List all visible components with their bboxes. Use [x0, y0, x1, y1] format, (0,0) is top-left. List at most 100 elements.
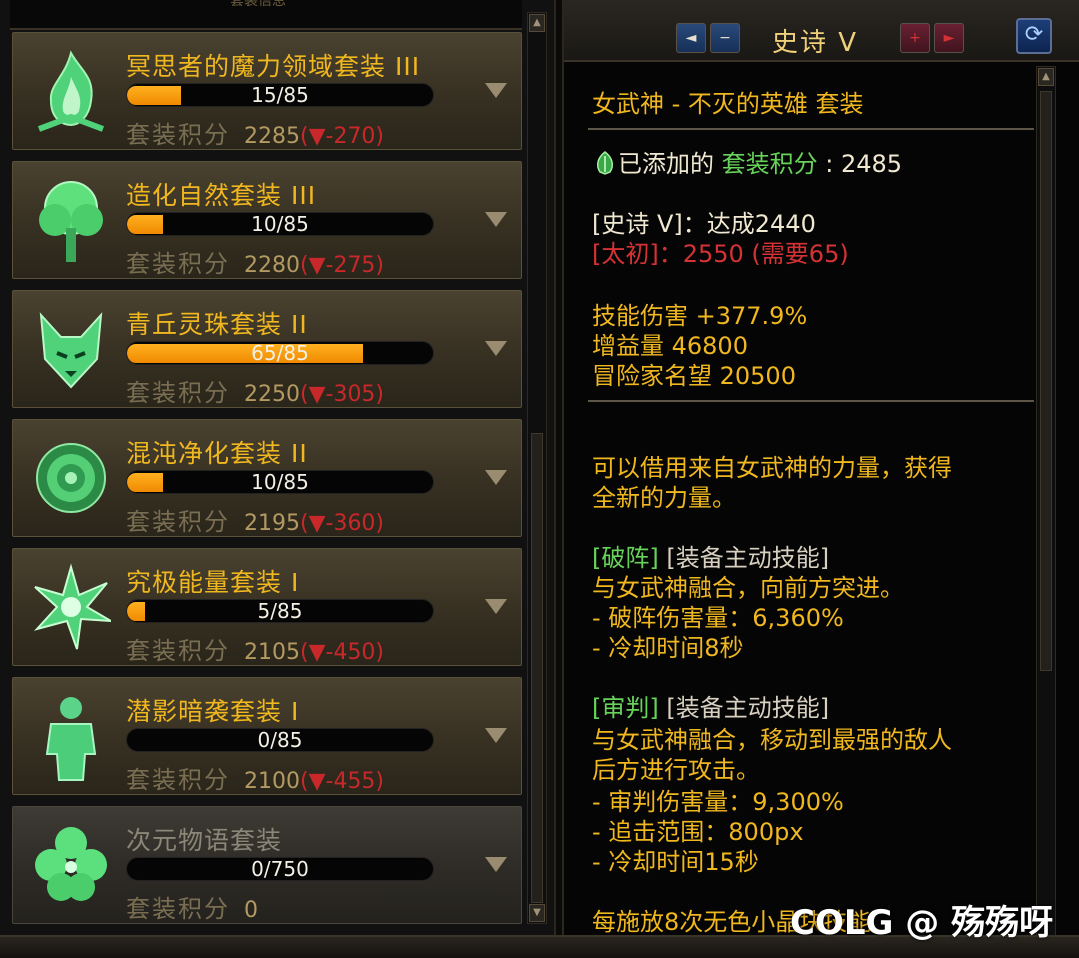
- set-score-label: 套装积分: [126, 121, 230, 149]
- added-value: : 2485: [825, 150, 903, 178]
- next-grade-button[interactable]: ►: [934, 23, 964, 53]
- set-name: 青丘灵珠套装 II: [126, 310, 308, 339]
- set-score-delta: (▼-275): [300, 253, 385, 278]
- set-list-title: 套装信息: [230, 0, 286, 9]
- detail-header: ◄ − 史诗 V + ► ⟳: [564, 0, 1079, 62]
- set-progress-text: 0/85: [257, 728, 303, 752]
- clover-icon: [35, 827, 107, 901]
- expand-arrow-icon[interactable]: [485, 728, 507, 743]
- added-prefix: 已添加的: [618, 150, 714, 178]
- divider: [588, 400, 1034, 402]
- watermark: COLG @ 殇殇呀: [790, 903, 1054, 943]
- set-title: 女武神 - 不灭的英雄 套装: [592, 90, 864, 118]
- set-score-value: 2250: [244, 382, 300, 407]
- skill2-line: 后方进行攻击。: [592, 756, 760, 784]
- set-list-item[interactable]: 潜影暗袭套装 I 0/85 套装积分 2100(▼-455): [12, 677, 522, 795]
- set-name: 冥思者的魔力领域套装 III: [126, 52, 421, 81]
- rose-icon: [36, 443, 106, 513]
- fox-icon: [39, 312, 103, 389]
- set-progress-text: 65/85: [251, 341, 309, 365]
- set-progress-text: 5/85: [257, 599, 303, 623]
- prev-grade-button[interactable]: ◄: [676, 23, 706, 53]
- set-list-panel: 套装信息 冥思者的魔力领域套装 III 15/85 套装积分 2285(▼-270) 造…: [0, 0, 556, 935]
- set-list-item[interactable]: 究极能量套装 I 5/85 套装积分 2105(▼-450): [12, 548, 522, 666]
- taichu-line: [太初]：2550 (需要65): [592, 240, 849, 268]
- increase-grade-button[interactable]: +: [900, 23, 930, 53]
- set-name: 次元物语套装: [126, 826, 283, 855]
- divider: [588, 128, 1034, 130]
- set-name: 造化自然套装 III: [126, 181, 317, 210]
- set-score-label: 套装积分: [126, 766, 230, 794]
- scroll-thumb[interactable]: [1040, 91, 1052, 671]
- set-detail-content: 女武神 - 不灭的英雄 套装 已添加的 套装积分 : 2485 [史诗 V]：达…: [564, 64, 1034, 936]
- set-name: 混沌净化套装 II: [126, 439, 308, 468]
- set-list-item[interactable]: 次元物语套装 0/750 套装积分 0: [12, 806, 522, 924]
- skill2-line: - 冷却时间15秒: [592, 848, 759, 876]
- scroll-up-button[interactable]: ▲: [1038, 68, 1054, 86]
- set-list-header: 套装信息: [10, 0, 522, 30]
- set-score-delta: (▼-270): [300, 124, 385, 149]
- set-progress-text: 15/85: [251, 83, 309, 107]
- set-score-delta: (▼-305): [300, 382, 385, 407]
- set-score-value: 0: [244, 898, 258, 923]
- flame-icon: [37, 50, 105, 132]
- set-name: 潜影暗袭套装 I: [126, 697, 300, 726]
- set-list-item[interactable]: 青丘灵珠套装 II 65/85 套装积分 2250(▼-305): [12, 290, 522, 408]
- set-list-item[interactable]: 造化自然套装 III 10/85 套装积分 2280(▼-275): [12, 161, 522, 279]
- expand-arrow-icon[interactable]: [485, 212, 507, 227]
- added-label: 套装积分: [721, 150, 818, 178]
- set-score: 套装积分 2250(▼-305): [126, 373, 384, 408]
- expand-arrow-icon[interactable]: [485, 857, 507, 872]
- skill1-line: - 冷却时间8秒: [592, 634, 744, 662]
- expand-arrow-icon[interactable]: [485, 83, 507, 98]
- figure-icon: [45, 697, 97, 781]
- scroll-down-button[interactable]: ▼: [529, 904, 545, 922]
- desc-line-2: 全新的力量。: [592, 484, 736, 512]
- set-score-label: 套装积分: [126, 508, 230, 536]
- set-score-value: 2285: [244, 124, 300, 149]
- stat-fame: 冒险家名望 20500: [592, 362, 796, 390]
- set-score: 套装积分 0: [126, 889, 258, 924]
- set-score-value: 2105: [244, 640, 300, 665]
- expand-arrow-icon[interactable]: [485, 599, 507, 614]
- set-score-value: 2100: [244, 769, 300, 794]
- scroll-thumb[interactable]: [531, 433, 543, 903]
- set-progress-bar: 10/85: [126, 212, 434, 236]
- set-progress-bar: 10/85: [126, 470, 434, 494]
- set-list-item[interactable]: 冥思者的魔力领域套装 III 15/85 套装积分 2285(▼-270): [12, 32, 522, 150]
- set-list-item[interactable]: 混沌净化套装 II 10/85 套装积分 2195(▼-360): [12, 419, 522, 537]
- set-score-value: 2195: [244, 511, 300, 536]
- skill2-tag: [审判]: [592, 694, 659, 722]
- set-score-delta: (▼-450): [300, 640, 385, 665]
- decrease-grade-button[interactable]: −: [710, 23, 740, 53]
- scroll-up-button[interactable]: ▲: [529, 14, 545, 32]
- set-progress-bar: 65/85: [126, 341, 434, 365]
- detail-scrollbar[interactable]: ▲: [1036, 66, 1056, 936]
- set-score-label: 套装积分: [126, 637, 230, 665]
- set-progress-bar: 15/85: [126, 83, 434, 107]
- set-progress-text: 10/85: [251, 212, 309, 236]
- set-progress-bar: 5/85: [126, 599, 434, 623]
- refresh-icon[interactable]: ⟳: [1016, 18, 1052, 54]
- added-score-line: 已添加的 套装积分 : 2485: [592, 144, 902, 179]
- set-detail-panel: ◄ − 史诗 V + ► ⟳ 女武神 - 不灭的英雄 套装 已添加的 套装积分 …: [562, 0, 1079, 936]
- set-list-scrollbar[interactable]: ▲ ▼: [527, 12, 547, 924]
- set-score: 套装积分 2100(▼-455): [126, 760, 384, 795]
- set-score-delta: (▼-455): [300, 769, 385, 794]
- set-name: 究极能量套装 I: [126, 568, 300, 597]
- set-score-delta: (▼-360): [300, 511, 385, 536]
- set-progress-bar: 0/750: [126, 857, 434, 881]
- skill2-type: [装备主动技能]: [666, 694, 830, 722]
- set-progress-bar: 0/85: [126, 728, 434, 752]
- tree-icon: [39, 181, 103, 262]
- set-score-label: 套装积分: [126, 250, 230, 278]
- set-score-label: 套装积分: [126, 379, 230, 407]
- set-score-value: 2280: [244, 253, 300, 278]
- expand-arrow-icon[interactable]: [485, 341, 507, 356]
- set-score: 套装积分 2280(▼-275): [126, 244, 384, 279]
- expand-arrow-icon[interactable]: [485, 470, 507, 485]
- set-score-label: 套装积分: [126, 895, 230, 923]
- grade-label: 史诗 V: [772, 28, 859, 58]
- set-score: 套装积分 2285(▼-270): [126, 115, 384, 150]
- burst-icon: [33, 563, 111, 650]
